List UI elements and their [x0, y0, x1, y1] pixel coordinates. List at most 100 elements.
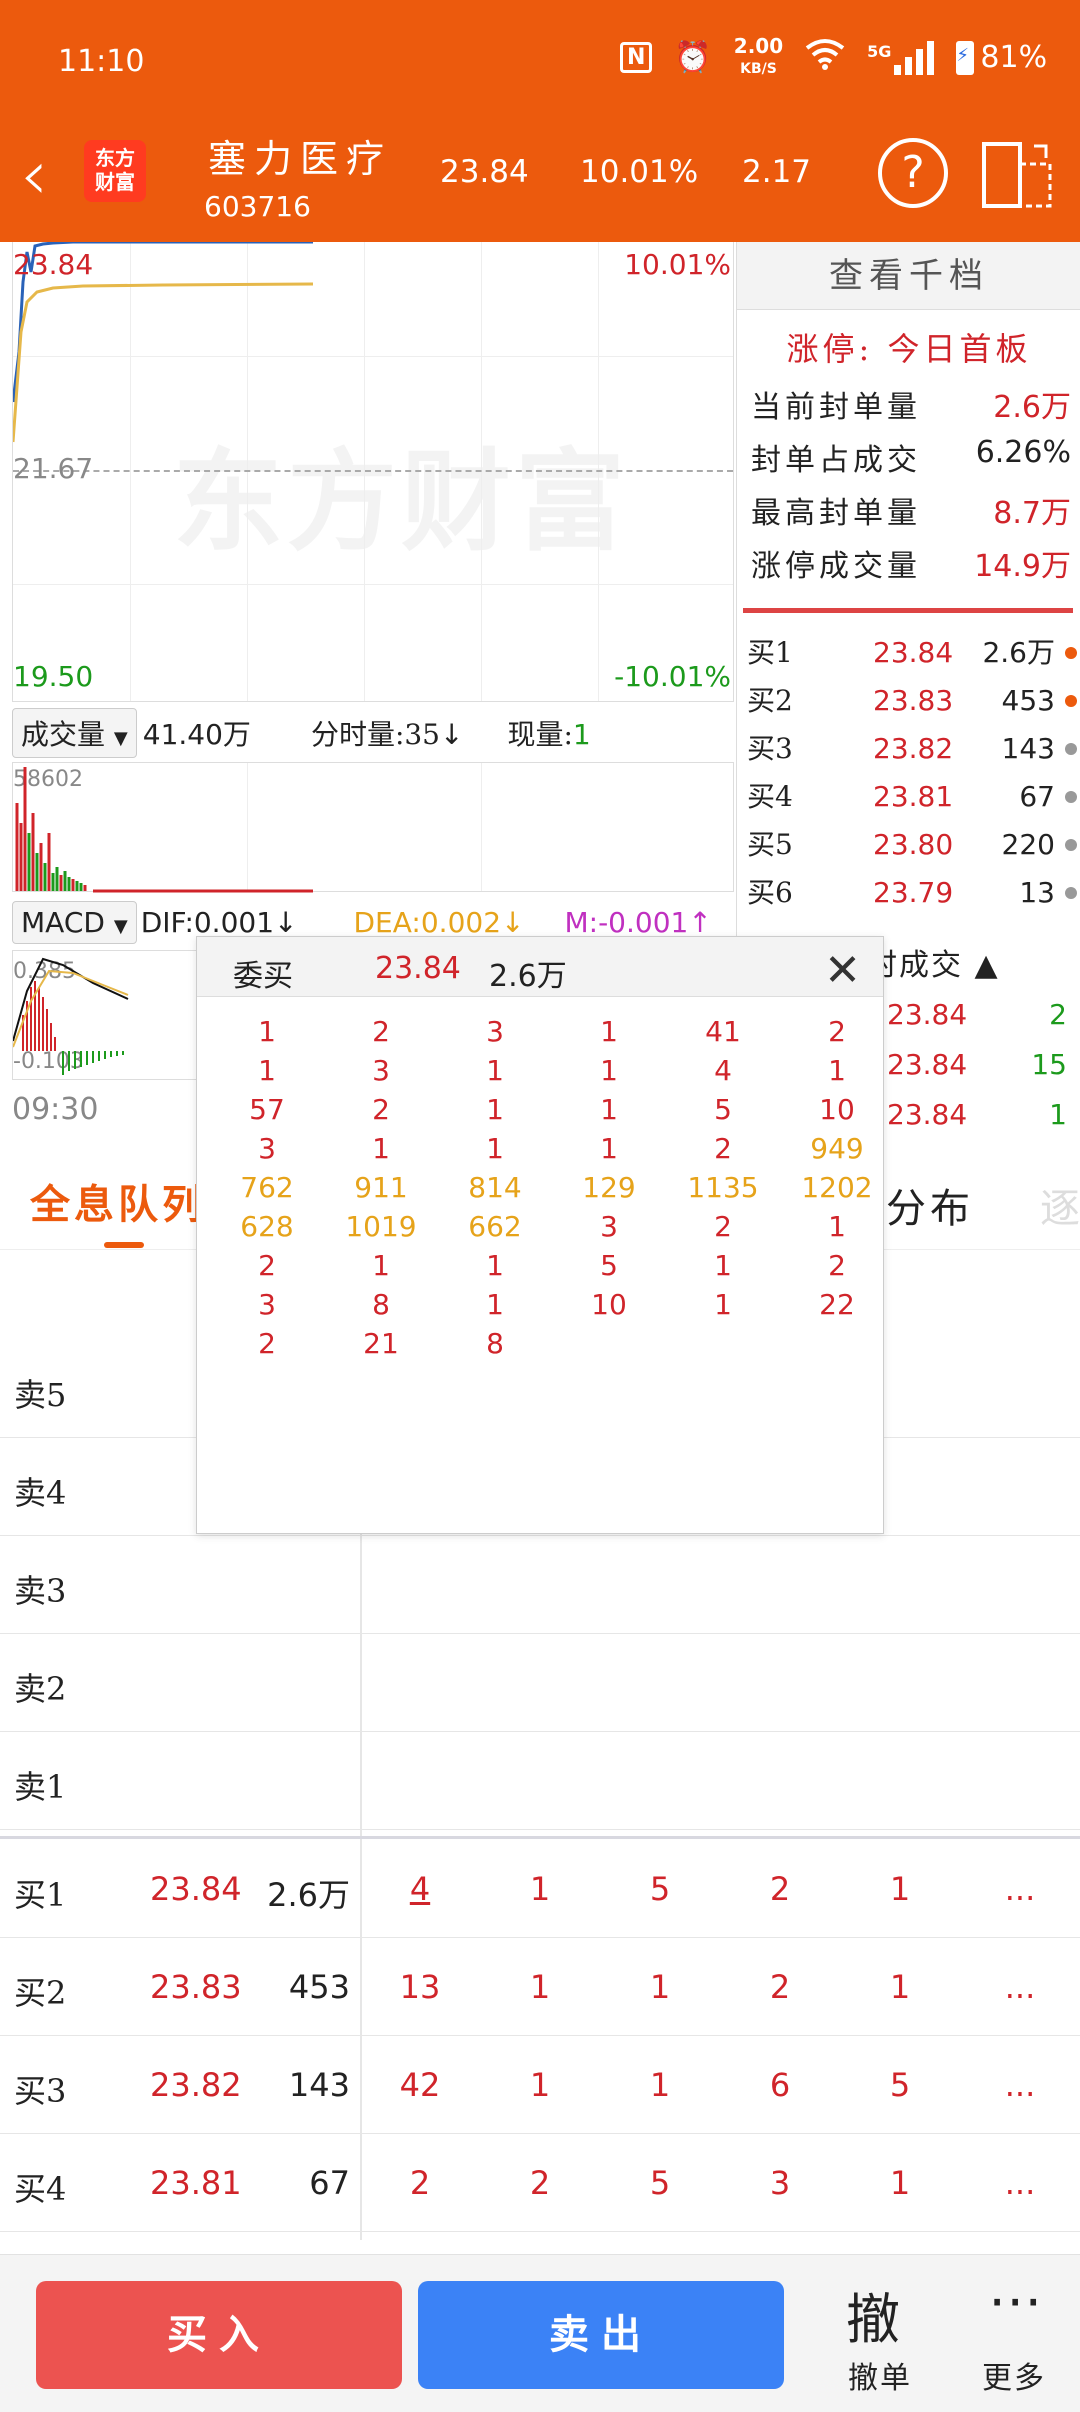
- queue-buy-row[interactable]: 买4 23.81 67 2 2 5 3 1...: [0, 2134, 1080, 2232]
- queue-order-size[interactable]: 1: [500, 1968, 580, 2006]
- popup-volume: 2.6万: [489, 959, 567, 994]
- order-book-row[interactable]: 买5 23.80 220: [747, 822, 1077, 868]
- queue-volume: 453: [288, 1968, 350, 2006]
- tab-tick[interactable]: 逐: [1040, 1176, 1080, 1234]
- book-price: 23.84: [873, 636, 954, 669]
- popup-order-size: 1: [828, 1210, 846, 1243]
- split-screen-icon[interactable]: [982, 142, 1052, 208]
- popup-order-size: 1: [600, 1054, 618, 1087]
- order-book-row[interactable]: 买6 23.79 13: [747, 870, 1077, 916]
- queue-order-size[interactable]: 1: [500, 1870, 580, 1908]
- order-book-row[interactable]: 买2 23.83 453: [747, 678, 1077, 724]
- book-level-label: 买2: [747, 684, 793, 717]
- popup-order-size: 2: [258, 1249, 276, 1282]
- queue-buy-row[interactable]: 买3 23.82 143 42 1 1 6 5...: [0, 2036, 1080, 2134]
- volume-selector[interactable]: 成交量 ▼: [12, 708, 137, 758]
- back-icon[interactable]: ‹: [20, 140, 48, 210]
- tab-full-queue[interactable]: 全息队列: [30, 1172, 206, 1230]
- limit-key: 涨停成交量: [751, 549, 921, 584]
- queue-order-size[interactable]: 1: [860, 1968, 940, 2006]
- book-price: 23.83: [873, 684, 954, 717]
- more-label[interactable]: 更多: [982, 2353, 1046, 2397]
- queue-order-size[interactable]: 3: [740, 2164, 820, 2202]
- dropdown-icon: ▼: [113, 728, 128, 749]
- signal-label: 5G: [867, 41, 892, 61]
- tab-distribution[interactable]: 分布: [886, 1176, 974, 1234]
- queue-order-size[interactable]: 1: [500, 2066, 580, 2104]
- cancel-order-icon[interactable]: 撤: [846, 2275, 900, 2354]
- book-price: 23.80: [873, 828, 954, 861]
- macd-selector[interactable]: MACD ▼: [12, 900, 137, 944]
- queue-order-size[interactable]: 5: [620, 1870, 700, 1908]
- queue-order-size[interactable]: 13: [380, 1968, 460, 2006]
- limit-key: 最高封单量: [751, 496, 921, 531]
- popup-order-size: 5: [714, 1093, 732, 1126]
- popup-order-size: 1: [258, 1015, 276, 1048]
- limit-value: 14.9万: [974, 549, 1071, 584]
- help-icon[interactable]: ?: [878, 138, 948, 208]
- queue-sell-row[interactable]: 卖1: [0, 1732, 1080, 1830]
- stock-code: 603716: [204, 190, 311, 223]
- more-icon[interactable]: ⋯: [988, 2269, 1044, 2332]
- battery-level: 81%: [980, 40, 1048, 75]
- queue-sell-row[interactable]: 卖2: [0, 1634, 1080, 1732]
- queue-order-size[interactable]: 2: [380, 2164, 460, 2202]
- popup-order-size: 1: [486, 1132, 504, 1165]
- popup-order-size: 1: [486, 1288, 504, 1321]
- popup-order-size: 3: [258, 1132, 276, 1165]
- chart-low-price: 19.50: [13, 660, 94, 693]
- book-price: 23.79: [873, 876, 954, 909]
- queue-order-size[interactable]: 2: [740, 1968, 820, 2006]
- limit-row: 涨停成交量 14.9万: [751, 541, 1071, 585]
- queue-order-size[interactable]: ...: [980, 2066, 1060, 2104]
- queue-order-size[interactable]: 5: [620, 2164, 700, 2202]
- queue-price: 23.83: [150, 1968, 242, 2006]
- cancel-order-label[interactable]: 撤单: [848, 2353, 912, 2397]
- order-book-row[interactable]: 买3 23.82 143: [747, 726, 1077, 772]
- queue-order-size[interactable]: 5: [860, 2066, 940, 2104]
- queue-volume: 143: [288, 2066, 350, 2104]
- popup-order-size: 762: [240, 1171, 294, 1204]
- close-icon[interactable]: ✕: [824, 945, 861, 996]
- queue-order-size[interactable]: 2: [500, 2164, 580, 2202]
- popup-order-size: 5: [600, 1249, 618, 1282]
- queue-level-label: 卖1: [14, 1768, 67, 1806]
- book-volume: 13: [1019, 876, 1055, 909]
- queue-order-size[interactable]: 1: [620, 1968, 700, 2006]
- popup-order-size: 2: [828, 1015, 846, 1048]
- queue-order-size[interactable]: 1: [860, 2164, 940, 2202]
- macd-m-arrow: ↑: [688, 905, 712, 939]
- queue-order-size[interactable]: 42: [380, 2066, 460, 2104]
- volume-chart: 58602: [12, 762, 734, 893]
- queue-sell-row[interactable]: 卖3: [0, 1536, 1080, 1634]
- trades-header[interactable]: 时成交 ▲: [867, 940, 1000, 984]
- limit-key: 封单占成交: [751, 443, 921, 478]
- chart-high-price: 23.84: [13, 248, 94, 281]
- queue-buy-row[interactable]: 买1 23.84 2.6万 4 1 5 2 1...: [0, 1840, 1080, 1938]
- order-book-row[interactable]: 买1 23.84 2.6万: [747, 630, 1077, 676]
- popup-order-size: 8: [486, 1327, 504, 1360]
- queue-order-size[interactable]: 2: [740, 1870, 820, 1908]
- queue-order-size[interactable]: ...: [980, 1968, 1060, 2006]
- queue-order-size[interactable]: 6: [740, 2066, 820, 2104]
- alarm-icon: ⏰: [674, 40, 712, 75]
- status-dot-icon: [1065, 695, 1077, 707]
- order-book-row[interactable]: 买4 23.81 67: [747, 774, 1077, 820]
- queue-level-label: 买2: [14, 1974, 67, 2012]
- queue-order-size[interactable]: 1: [860, 1870, 940, 1908]
- queue-order-size[interactable]: ...: [980, 1870, 1060, 1908]
- buy-button[interactable]: 买入: [36, 2281, 402, 2389]
- intraday-chart[interactable]: 东方财富 23.84 10.01% 21.67 19.50 -10.01%: [12, 242, 734, 702]
- queue-order-size[interactable]: 1: [620, 2066, 700, 2104]
- stock-name[interactable]: 塞力医疗: [208, 128, 392, 183]
- queue-price: 23.82: [150, 2066, 242, 2104]
- queue-order-size[interactable]: 4: [380, 1870, 460, 1908]
- trade-volume: 15: [1031, 1048, 1067, 1081]
- queue-buy-row[interactable]: 买2 23.83 453 13 1 1 2 1...: [0, 1938, 1080, 2036]
- popup-order-size: 1: [372, 1249, 390, 1282]
- book-level-label: 买4: [747, 780, 793, 813]
- popup-order-size: 1: [486, 1249, 504, 1282]
- sell-button[interactable]: 卖出: [418, 2281, 784, 2389]
- queue-order-size[interactable]: ...: [980, 2164, 1060, 2202]
- view-thousand-levels-button[interactable]: 查看千档: [737, 242, 1080, 310]
